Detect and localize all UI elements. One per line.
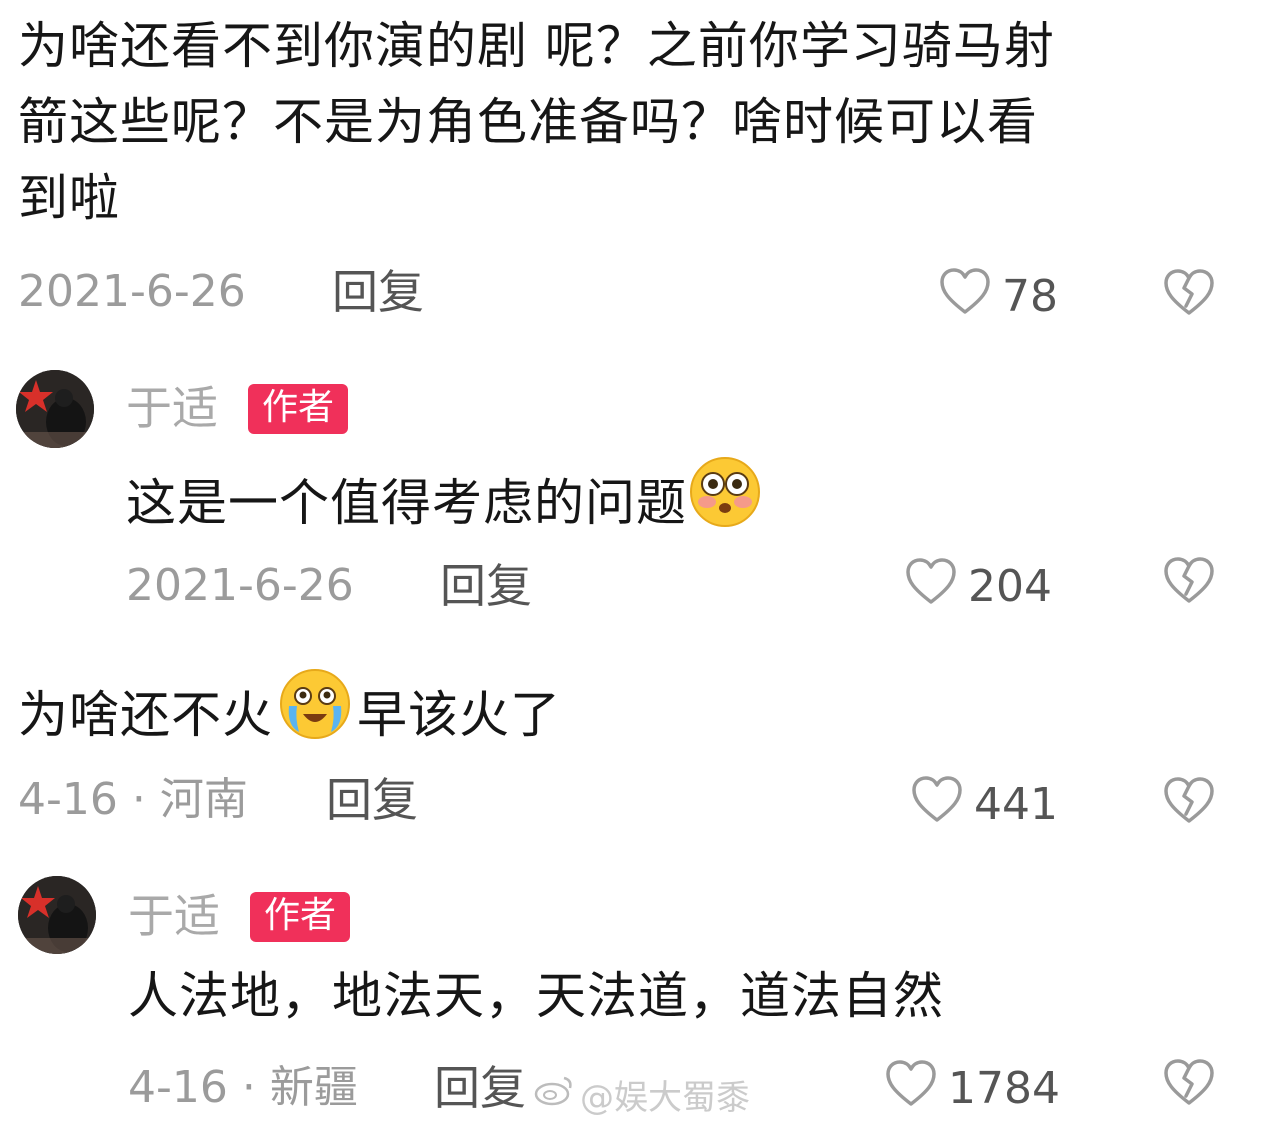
comment-4-text: 人法地，地法天，天法道，道法自然 <box>128 967 944 1025</box>
crying-face-emoji-icon <box>277 666 353 763</box>
comment-3-meta: 4-16 · 河南 <box>18 774 248 825</box>
flushed-face-emoji-icon <box>687 454 763 551</box>
watermark: @娱大蜀黍 <box>534 1070 750 1119</box>
heart-icon <box>884 1058 938 1120</box>
comment-3-like-button[interactable]: 441 <box>910 774 1058 836</box>
comment-2-text-row: 这是一个值得考虑的问题 <box>126 454 763 551</box>
author-name[interactable]: 于适 <box>126 382 218 434</box>
comment-1-text-line-1: 为啥还看不到你演的剧 呢？之前你学习骑马射 <box>18 17 1055 75</box>
comment-1-reply-button[interactable]: 回复 <box>332 266 424 318</box>
author-avatar[interactable] <box>16 370 94 448</box>
comment-2-reply-button[interactable]: 回复 <box>440 560 532 612</box>
comment-2-dislike-button[interactable] <box>1162 554 1216 610</box>
comment-3-text-after: 早该火了 <box>357 685 561 744</box>
comment-4-like-button[interactable]: 1784 <box>884 1058 1060 1120</box>
comment-3-text-row: 为啥还不火 早该火了 <box>18 666 561 763</box>
broken-heart-icon <box>1162 269 1216 322</box>
weibo-logo-icon <box>534 1074 574 1115</box>
comment-2-timestamp: 2021-6-26 <box>126 560 354 611</box>
like-count: 78 <box>1002 271 1058 322</box>
like-count: 1784 <box>948 1063 1060 1114</box>
heart-icon <box>904 556 958 618</box>
like-count: 204 <box>968 561 1052 612</box>
author-badge: 作者 <box>250 892 351 942</box>
heart-icon <box>910 774 964 836</box>
heart-icon <box>938 266 992 328</box>
comment-2-text: 这是一个值得考虑的问题 <box>126 473 687 532</box>
comment-2-like-button[interactable]: 204 <box>904 556 1052 618</box>
comment-4-dislike-button[interactable] <box>1162 1056 1216 1112</box>
comment-1-text-line-2: 箭这些呢？不是为角色准备吗？啥时候可以看 <box>18 93 1038 151</box>
comment-3-dislike-button[interactable] <box>1162 774 1216 830</box>
comment-1-text-line-3: 到啦 <box>18 169 120 227</box>
watermark-text: @娱大蜀黍 <box>580 1078 750 1118</box>
broken-heart-icon <box>1162 557 1216 610</box>
author-avatar[interactable] <box>18 876 96 954</box>
comment-4-meta: 4-16 · 新疆 <box>128 1062 358 1113</box>
like-count: 441 <box>974 779 1058 830</box>
author-name[interactable]: 于适 <box>128 890 220 942</box>
comment-4-reply-button[interactable]: 回复 <box>434 1062 526 1114</box>
comment-3-reply-button[interactable]: 回复 <box>326 774 418 826</box>
comment-1-timestamp: 2021-6-26 <box>18 266 246 317</box>
author-badge: 作者 <box>248 384 349 434</box>
comment-1-like-button[interactable]: 78 <box>938 266 1058 328</box>
broken-heart-icon <box>1162 777 1216 830</box>
comment-3-text-before: 为啥还不火 <box>18 685 273 744</box>
comment-1-dislike-button[interactable] <box>1162 266 1216 322</box>
broken-heart-icon <box>1162 1059 1216 1112</box>
